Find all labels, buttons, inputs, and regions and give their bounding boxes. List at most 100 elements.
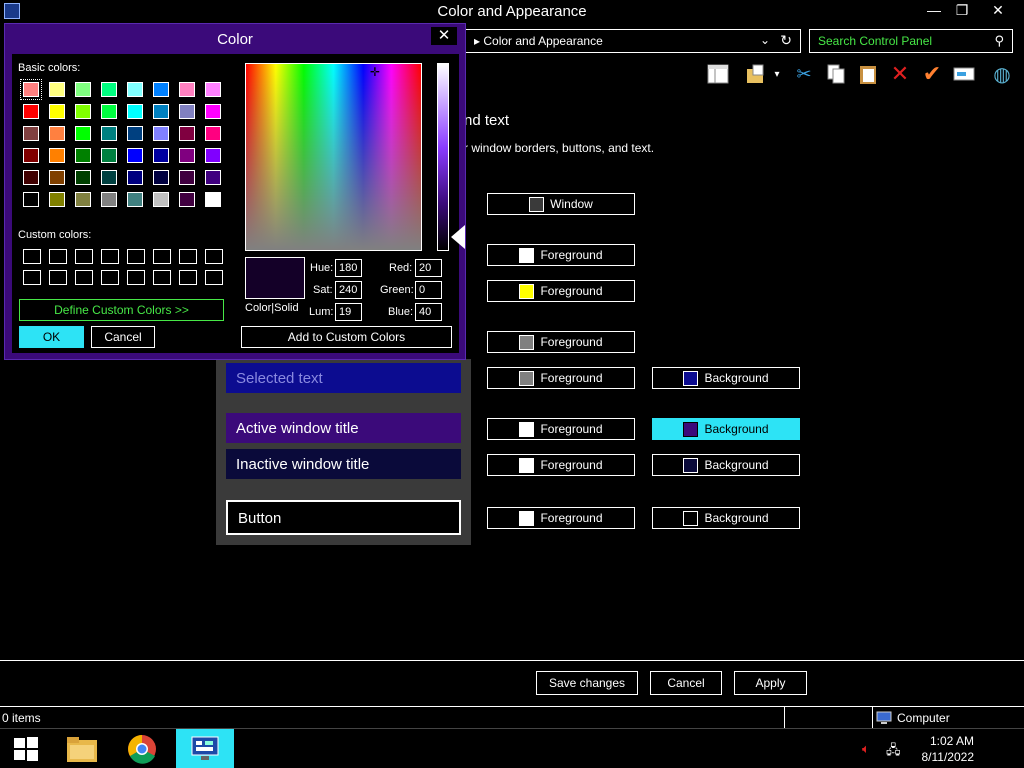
foreground-color-button-1[interactable]: Foreground <box>487 244 635 266</box>
refresh-icon[interactable]: ↻ <box>780 32 792 49</box>
network-icon[interactable]: 🖧︎ <box>886 741 901 763</box>
basic-color-swatch[interactable] <box>101 192 117 207</box>
layout-icon[interactable] <box>706 62 730 86</box>
basic-color-swatch[interactable] <box>153 170 169 185</box>
basic-color-swatch[interactable] <box>75 126 91 141</box>
selected-text-background-button[interactable]: Background <box>652 367 800 389</box>
preview-inactive-title[interactable]: Inactive window title <box>226 449 461 479</box>
dropdown-icon[interactable]: ▾ <box>770 62 784 86</box>
dialog-close-button[interactable]: ✕ <box>431 27 457 45</box>
custom-color-slot[interactable] <box>49 270 67 285</box>
basic-color-swatch[interactable] <box>179 192 195 207</box>
basic-color-swatch[interactable] <box>153 126 169 141</box>
basic-color-swatch[interactable] <box>205 170 221 185</box>
basic-color-swatch[interactable] <box>179 148 195 163</box>
basic-color-swatch[interactable] <box>127 126 143 141</box>
hue-input[interactable]: 180 <box>335 259 362 277</box>
basic-color-swatch[interactable] <box>101 126 117 141</box>
apply-button[interactable]: Apply <box>734 671 807 695</box>
basic-color-swatch[interactable] <box>153 192 169 207</box>
active-title-background-button[interactable]: Background <box>652 418 800 440</box>
copy-icon[interactable] <box>824 62 848 86</box>
custom-color-slot[interactable] <box>179 270 197 285</box>
basic-color-swatch[interactable] <box>205 82 221 97</box>
basic-color-swatch[interactable] <box>23 170 39 185</box>
restore-button[interactable]: ❐ <box>946 0 978 22</box>
preview-selected-text[interactable]: Selected text <box>226 363 461 393</box>
basic-color-swatch[interactable] <box>75 170 91 185</box>
basic-color-swatch[interactable] <box>20 79 42 100</box>
basic-color-swatch[interactable] <box>153 82 169 97</box>
chevron-down-icon[interactable]: ⌄ <box>760 33 770 47</box>
basic-color-swatch[interactable] <box>49 82 65 97</box>
save-changes-button[interactable]: Save changes <box>536 671 638 695</box>
paste-icon[interactable] <box>856 62 880 86</box>
basic-color-swatch[interactable] <box>23 148 39 163</box>
lum-input[interactable]: 19 <box>335 303 362 321</box>
basic-color-swatch[interactable] <box>179 82 195 97</box>
custom-color-slot[interactable] <box>205 270 223 285</box>
active-title-foreground-button[interactable]: Foreground <box>487 418 635 440</box>
file-explorer-taskbar-button[interactable] <box>58 729 106 768</box>
basic-color-swatch[interactable] <box>49 148 65 163</box>
button-background-button[interactable]: Background <box>652 507 800 529</box>
basic-color-swatch[interactable] <box>49 126 65 141</box>
custom-color-slot[interactable] <box>75 270 93 285</box>
inactive-title-foreground-button[interactable]: Foreground <box>487 454 635 476</box>
selected-text-foreground-button[interactable]: Foreground <box>487 367 635 389</box>
basic-color-swatch[interactable] <box>23 192 39 207</box>
basic-color-swatch[interactable] <box>127 148 143 163</box>
delete-icon[interactable]: ✕ <box>888 61 912 86</box>
basic-color-swatch[interactable] <box>179 104 195 119</box>
basic-color-swatch[interactable] <box>101 170 117 185</box>
globe-icon[interactable]: ◍ <box>990 62 1014 86</box>
clock[interactable]: 1:02 AM 8/11/2022 <box>922 733 975 765</box>
volume-muted-icon[interactable]: 🔈︎ <box>862 741 870 757</box>
chrome-taskbar-button[interactable] <box>118 729 166 768</box>
basic-color-swatch[interactable] <box>49 104 65 119</box>
add-to-custom-colors-button[interactable]: Add to Custom Colors <box>241 326 452 348</box>
basic-color-swatch[interactable] <box>75 82 91 97</box>
basic-color-swatch[interactable] <box>101 82 117 97</box>
blue-input[interactable]: 40 <box>415 303 442 321</box>
sat-input[interactable]: 240 <box>335 281 362 299</box>
close-button[interactable]: ✕ <box>982 0 1014 22</box>
address-bar[interactable]: ▸ Color and Appearance ⌄ ↻ <box>465 29 801 53</box>
custom-color-slot[interactable] <box>23 249 41 264</box>
custom-color-slot[interactable] <box>23 270 41 285</box>
search-icon[interactable]: ⚲ <box>994 33 1004 49</box>
custom-color-slot[interactable] <box>101 249 119 264</box>
cut-icon[interactable]: ✂ <box>792 62 816 86</box>
green-input[interactable]: 0 <box>415 281 442 299</box>
control-panel-taskbar-button[interactable] <box>176 729 234 768</box>
foreground-color-button-3[interactable]: Foreground <box>487 331 635 353</box>
red-input[interactable]: 20 <box>415 259 442 277</box>
preview-active-title[interactable]: Active window title <box>226 413 461 443</box>
rename-icon[interactable] <box>952 62 976 86</box>
custom-color-slot[interactable] <box>127 249 145 264</box>
luminance-slider[interactable] <box>437 63 449 251</box>
basic-color-swatch[interactable] <box>153 148 169 163</box>
breadcrumb[interactable]: ▸ Color and Appearance <box>474 34 603 48</box>
properties-check-icon[interactable]: ✔ <box>920 61 944 86</box>
basic-color-swatch[interactable] <box>153 104 169 119</box>
basic-color-swatch[interactable] <box>205 192 221 207</box>
basic-color-swatch[interactable] <box>75 148 91 163</box>
basic-color-swatch[interactable] <box>127 192 143 207</box>
basic-color-swatch[interactable] <box>205 104 221 119</box>
custom-color-slot[interactable] <box>49 249 67 264</box>
basic-color-swatch[interactable] <box>205 148 221 163</box>
preview-button[interactable]: Button <box>226 500 461 535</box>
color-spectrum-picker[interactable]: ✛ <box>245 63 422 251</box>
basic-color-swatch[interactable] <box>23 126 39 141</box>
cancel-button[interactable]: Cancel <box>650 671 722 695</box>
basic-color-swatch[interactable] <box>49 192 65 207</box>
search-input[interactable]: Search Control Panel ⚲ <box>809 29 1013 53</box>
basic-color-swatch[interactable] <box>179 126 195 141</box>
custom-color-slot[interactable] <box>153 270 171 285</box>
define-custom-colors-button[interactable]: Define Custom Colors >> <box>19 299 224 321</box>
basic-color-swatch[interactable] <box>49 170 65 185</box>
foreground-color-button-2[interactable]: Foreground <box>487 280 635 302</box>
custom-color-slot[interactable] <box>205 249 223 264</box>
basic-color-swatch[interactable] <box>127 104 143 119</box>
